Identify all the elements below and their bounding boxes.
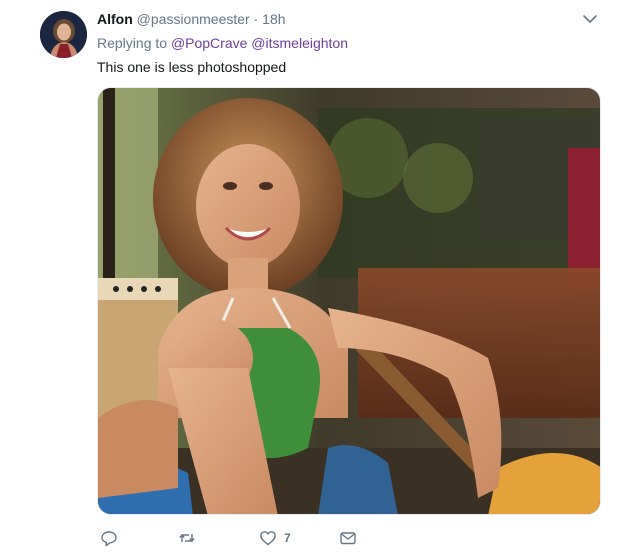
like-button[interactable]: 7 (259, 528, 291, 548)
replying-to: Replying to @PopCrave @itsmeleighton (97, 34, 348, 52)
display-name[interactable]: Alfon (97, 11, 133, 27)
tweet-header: Alfon @passionmeester · 18h (97, 10, 286, 28)
chevron-down-icon[interactable] (581, 13, 599, 25)
tweet-photo[interactable] (97, 87, 601, 515)
envelope-icon (340, 532, 356, 545)
retweet-icon (179, 533, 195, 543)
separator-dot: · (253, 11, 259, 27)
tweet-text: This one is less photoshopped (97, 59, 287, 75)
replying-prefix: Replying to (97, 35, 168, 51)
like-count: 7 (284, 531, 291, 545)
mention-popcrave[interactable]: @PopCrave (171, 35, 247, 51)
user-handle[interactable]: @passionmeester (137, 11, 250, 27)
heart-icon (260, 531, 276, 546)
reply-button[interactable] (100, 528, 125, 548)
avatar-image (40, 11, 87, 58)
retweet-button[interactable] (178, 528, 203, 548)
timestamp[interactable]: 18h (262, 11, 285, 27)
direct-message-button[interactable] (339, 528, 357, 548)
tweet-actions: 7 (97, 528, 397, 548)
tweet[interactable]: Alfon @passionmeester · 18h Replying to … (0, 0, 638, 555)
photo-image (98, 88, 600, 514)
reply-icon (101, 531, 117, 547)
avatar[interactable] (40, 11, 87, 58)
mention-itsmeleighton[interactable]: @itsmeleighton (251, 35, 348, 51)
